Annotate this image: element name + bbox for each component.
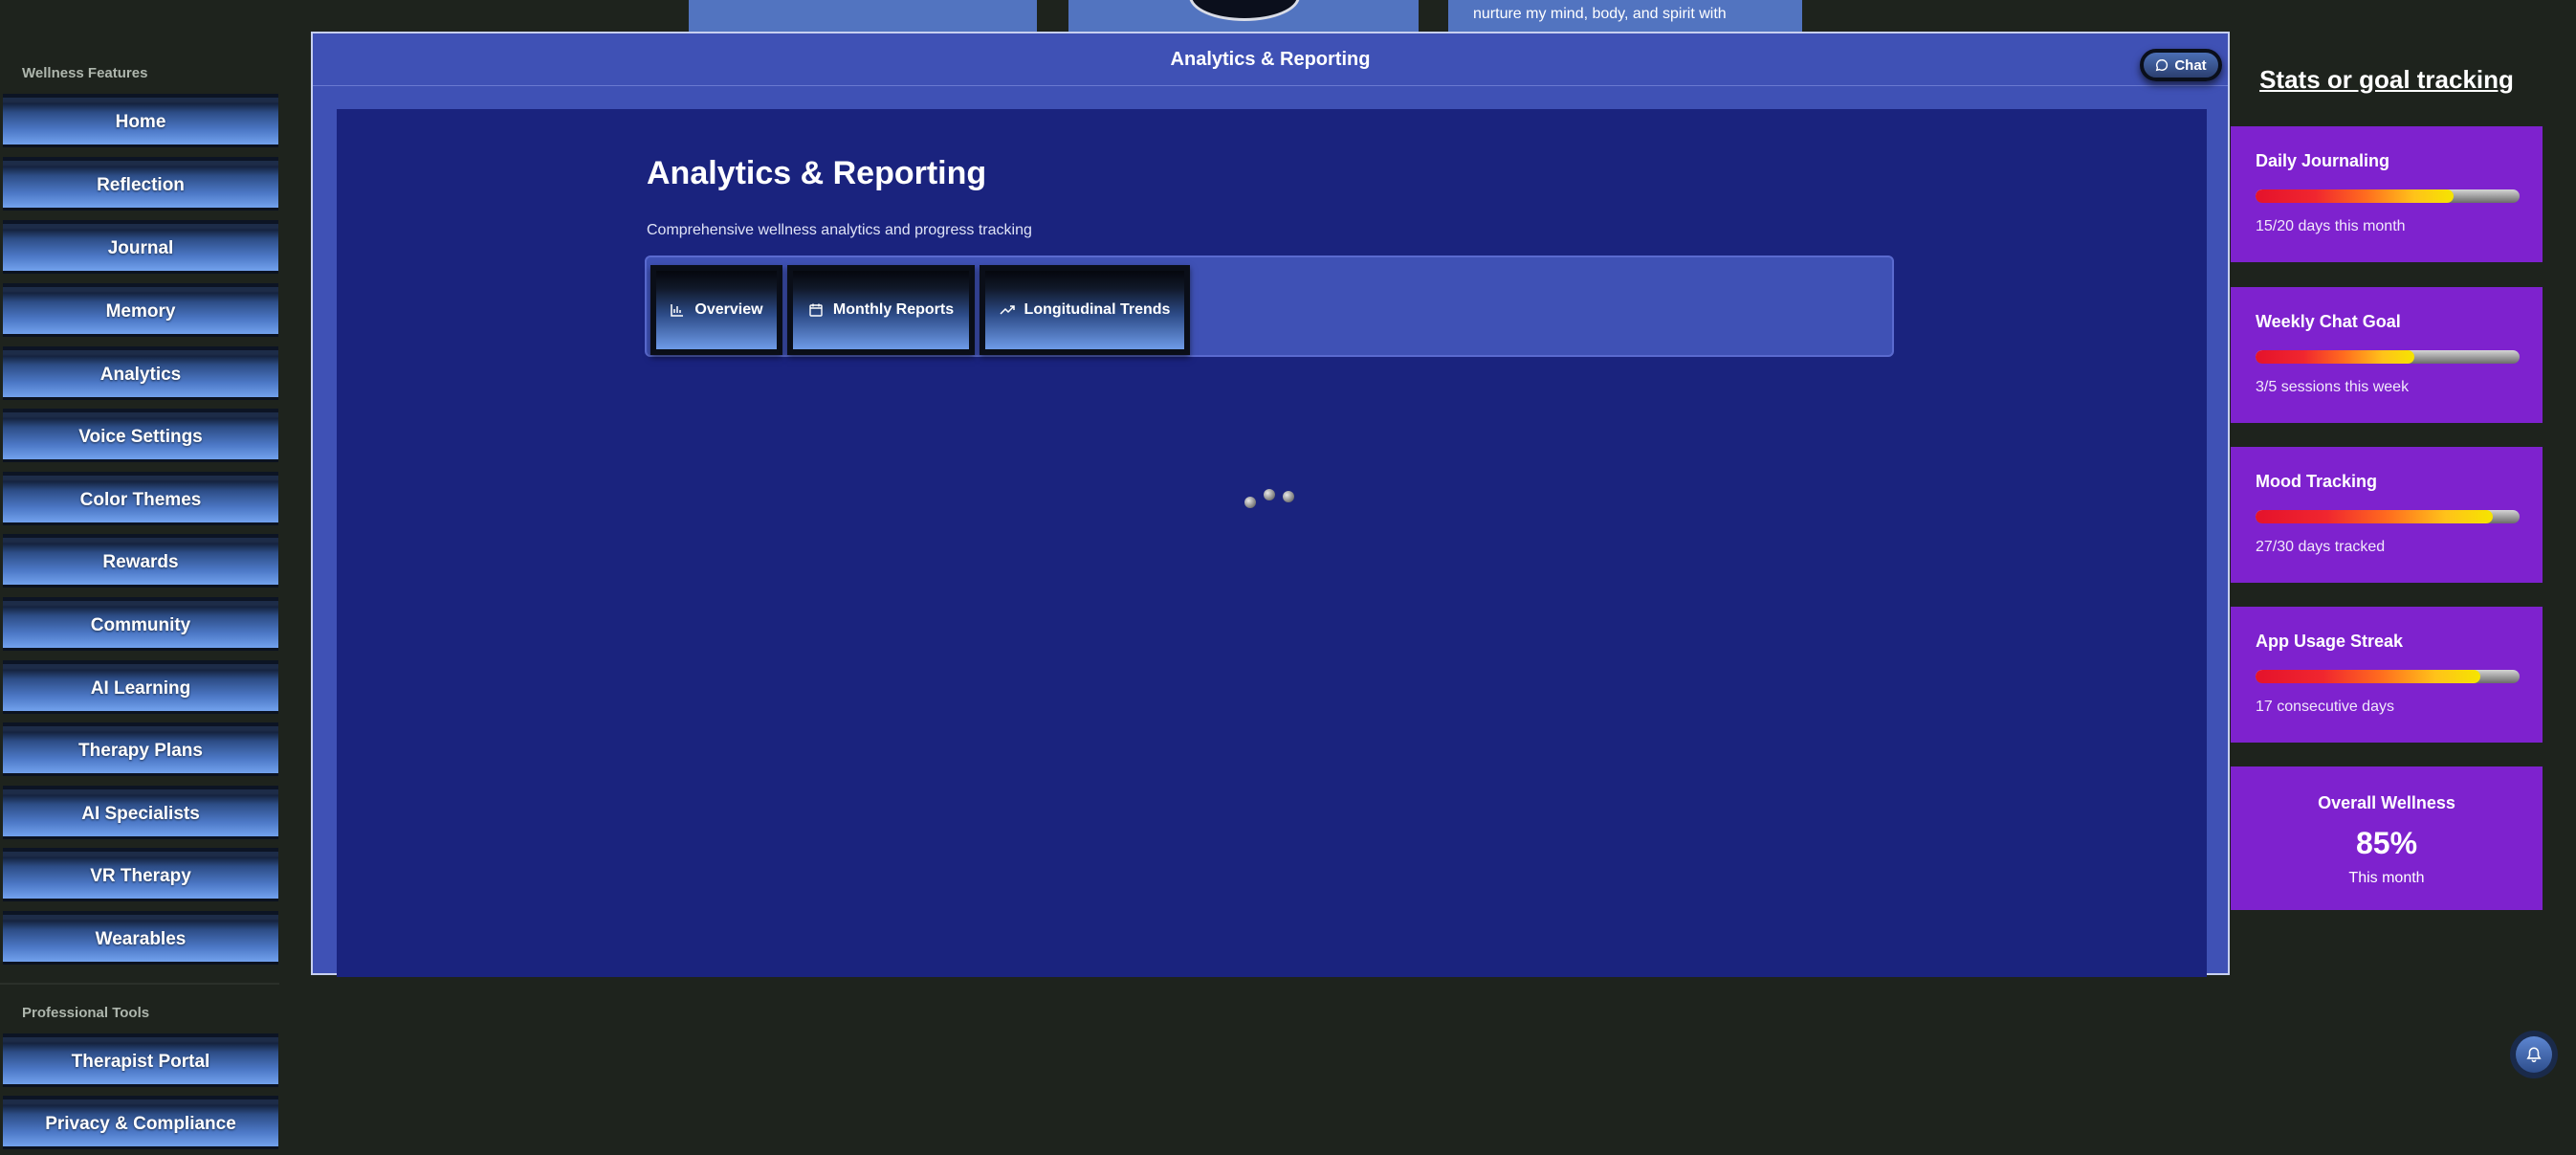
progress-bar <box>2256 510 2520 523</box>
nav-wearables[interactable]: Wearables <box>3 911 278 965</box>
nav-journal[interactable]: Journal <box>3 220 278 274</box>
sidebar-divider <box>0 983 279 985</box>
tab-label: Longitudinal Trends <box>1024 301 1171 318</box>
nav-color-themes[interactable]: Color Themes <box>3 472 278 525</box>
stat-card-detail: 3/5 sessions this week <box>2256 379 2410 395</box>
progress-fill <box>2256 189 2454 203</box>
notification-button[interactable] <box>2510 1031 2558 1078</box>
nav-ai-learning[interactable]: AI Learning <box>3 660 278 714</box>
modal-header-title: Analytics & Reporting <box>1170 49 1371 70</box>
stat-card-app-usage-streak: App Usage Streak 17 consecutive days <box>2231 607 2543 743</box>
wellness-features-title: Wellness Features <box>22 65 148 81</box>
stat-card-detail: 27/30 days tracked <box>2256 539 2386 555</box>
progress-bar <box>2256 350 2520 364</box>
nav-memory[interactable]: Memory <box>3 283 278 337</box>
trending-up-icon <box>1000 305 1015 315</box>
tab-overview[interactable]: Overview <box>650 265 782 355</box>
nav-community[interactable]: Community <box>3 597 278 651</box>
nav-reflection[interactable]: Reflection <box>3 157 278 211</box>
overall-wellness-title: Overall Wellness <box>2318 793 2455 812</box>
progress-fill <box>2256 670 2480 683</box>
stat-card-label: Weekly Chat Goal <box>2256 312 2401 331</box>
bell-icon <box>2526 1047 2542 1063</box>
bell-icon-wrap <box>2516 1036 2552 1073</box>
nav-voice-settings[interactable]: Voice Settings <box>3 409 278 462</box>
stat-card-label: Daily Journaling <box>2256 151 2390 170</box>
nav-rewards[interactable]: Rewards <box>3 534 278 588</box>
background-card <box>689 0 1037 33</box>
stat-card-detail: 17 consecutive days <box>2256 699 2394 715</box>
calendar-icon <box>809 303 823 317</box>
progress-fill <box>2256 510 2494 523</box>
stat-card-mood-tracking: Mood Tracking 27/30 days tracked <box>2231 447 2543 583</box>
overall-wellness-value: 85% <box>2355 826 2418 860</box>
background-card-text: nurture my mind, body, and spirit with <box>1473 6 1727 22</box>
nav-therapy-plans[interactable]: Therapy Plans <box>3 722 278 776</box>
page-title: Analytics & Reporting <box>647 155 987 191</box>
modal-body: Analytics & Reporting Comprehensive well… <box>337 109 2207 977</box>
modal-header: Analytics & Reporting Chat <box>313 33 2228 86</box>
progress-bar <box>2256 670 2520 683</box>
nav-vr-therapy[interactable]: VR Therapy <box>3 848 278 901</box>
loading-dot <box>1264 489 1275 500</box>
stat-card-weekly-chat-goal: Weekly Chat Goal 3/5 sessions this week <box>2231 287 2543 423</box>
chat-button[interactable]: Chat <box>2140 49 2222 81</box>
page-subtitle: Comprehensive wellness analytics and pro… <box>647 222 1032 238</box>
bar-chart-icon <box>671 304 684 317</box>
stat-card-label: Mood Tracking <box>2256 472 2378 491</box>
nav-privacy-compliance[interactable]: Privacy & Compliance <box>3 1096 278 1149</box>
loading-dot <box>1283 491 1294 502</box>
chat-bubble-icon <box>2156 59 2169 72</box>
loading-indicator <box>1244 489 1302 508</box>
progress-bar <box>2256 189 2520 203</box>
overall-wellness-card: Overall Wellness 85% This month <box>2231 766 2543 910</box>
tab-label: Overview <box>694 301 763 318</box>
nav-therapist-portal[interactable]: Therapist Portal <box>3 1033 278 1087</box>
stat-card-detail: 15/20 days this month <box>2256 218 2406 234</box>
tab-bar: Overview Monthly Reports Longitudinal Tr… <box>645 255 1894 357</box>
stat-card-daily-journaling: Daily Journaling 15/20 days this month <box>2231 126 2543 262</box>
stat-card-label: App Usage Streak <box>2256 632 2404 651</box>
nav-analytics[interactable]: Analytics <box>3 346 278 400</box>
tab-longitudinal-trends[interactable]: Longitudinal Trends <box>980 265 1190 355</box>
nav-home[interactable]: Home <box>3 94 278 147</box>
chat-button-label: Chat <box>2174 56 2207 74</box>
tab-monthly-reports[interactable]: Monthly Reports <box>787 265 975 355</box>
progress-fill <box>2256 350 2414 364</box>
stats-panel-title: Stats or goal tracking <box>2259 65 2514 94</box>
nav-ai-specialists[interactable]: AI Specialists <box>3 786 278 839</box>
sidebar: Wellness Features Home Reflection Journa… <box>0 0 279 1155</box>
tab-label: Monthly Reports <box>832 301 955 318</box>
analytics-modal: Analytics & Reporting Chat Analytics & R… <box>311 32 2230 977</box>
overall-wellness-period: This month <box>2348 870 2425 886</box>
professional-tools-title: Professional Tools <box>22 1005 150 1021</box>
loading-dot <box>1244 497 1256 508</box>
